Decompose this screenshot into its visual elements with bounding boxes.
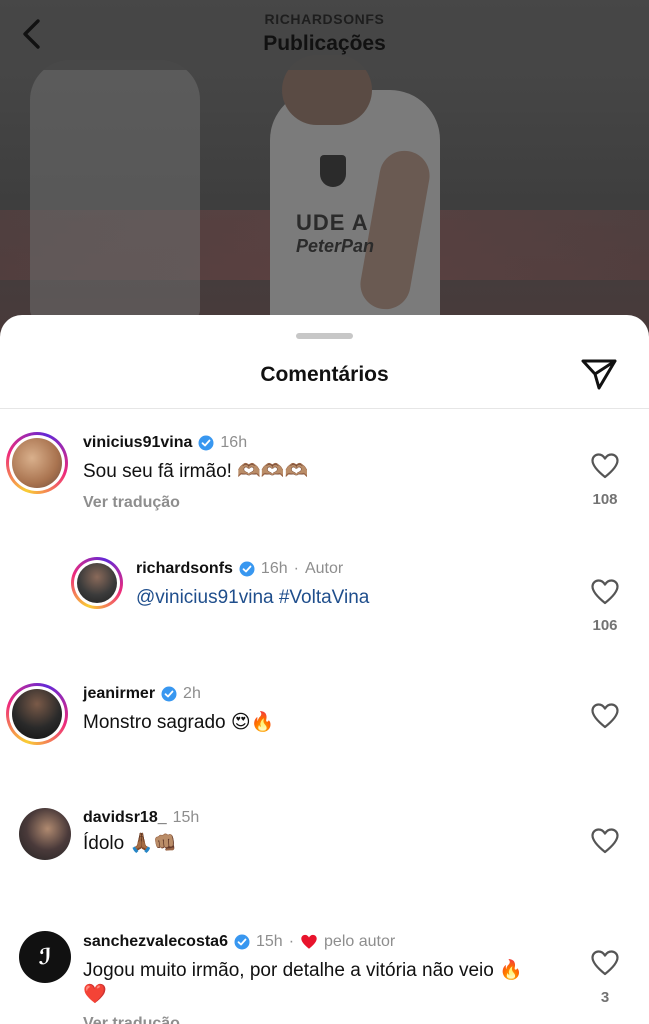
comment-text: Jogou muito irmão, por detalhe a vitória… [83, 960, 523, 981]
comment-mention-text[interactable]: @vinicius91vina #VoltaVina [136, 586, 369, 610]
top-header: RICHARDSONFS Publicações [0, 0, 649, 70]
verified-badge-icon [161, 686, 177, 702]
like-count: 108 [592, 491, 618, 508]
like-button[interactable] [590, 578, 620, 606]
like-count: 3 [600, 989, 610, 1006]
like-count: 106 [592, 617, 618, 634]
comments-sheet: Comentários vinicius91vina 16h Sou seu f… [0, 315, 649, 1024]
shirt-sponsor-text-2: PeterPan [296, 236, 375, 256]
avatar[interactable] [6, 683, 68, 745]
comment-text: Ídolo 🙏🏾👊🏽 [83, 833, 177, 854]
comment-username[interactable]: davidsr18_ [83, 809, 167, 827]
avatar[interactable]: ℐ [19, 931, 71, 983]
avatar[interactable] [6, 432, 68, 494]
divider [0, 408, 649, 409]
heart-outline-icon [591, 828, 619, 854]
logo-mark-icon: ℐ [38, 944, 52, 970]
comment-text: Sou seu fã irmão! 🫶🏽🫶🏽🫶🏽 [83, 461, 309, 482]
comment-time: 15h [172, 809, 200, 826]
heart-outline-icon [591, 453, 619, 479]
verified-badge-icon [234, 934, 250, 950]
see-translation-link[interactable]: Ver tradução [83, 1015, 180, 1024]
comment-username[interactable]: sanchezvalecosta6 [83, 933, 228, 951]
send-icon [581, 359, 617, 390]
share-button[interactable] [578, 355, 620, 393]
separator-dot: · [288, 933, 295, 950]
heart-outline-icon [591, 703, 619, 729]
comment-time: 15h [255, 933, 283, 950]
sheet-grabber[interactable] [296, 333, 353, 339]
verified-badge-icon [198, 435, 214, 451]
like-button[interactable] [590, 702, 620, 730]
comment-time: 16h [220, 434, 248, 451]
club-badge [320, 155, 346, 187]
page-title: Publicações [263, 32, 386, 55]
heart-outline-icon [591, 579, 619, 605]
shirt-sponsor-text: UDE A [296, 210, 369, 235]
comment-time: 16h [260, 560, 288, 577]
background-player [30, 60, 200, 320]
see-translation-link[interactable]: Ver tradução [83, 494, 180, 512]
verified-badge-icon [239, 561, 255, 577]
comment-time: 2h [183, 685, 201, 702]
comment-username[interactable]: vinicius91vina [83, 434, 192, 452]
author-tag: Autor [304, 560, 344, 577]
sheet-title: Comentários [260, 363, 389, 386]
like-button[interactable] [590, 949, 620, 977]
separator-dot: · [293, 560, 299, 577]
avatar[interactable] [19, 808, 71, 860]
heart-filled-icon [301, 934, 317, 949]
comment-username[interactable]: jeanirmer [83, 685, 155, 703]
comment-text-line-2: ❤️ [83, 984, 107, 1005]
comment-username[interactable]: richardsonfs [136, 560, 233, 578]
comment-text: Monstro sagrado 😍🔥 [83, 712, 275, 733]
heart-outline-icon [591, 950, 619, 976]
avatar[interactable] [71, 557, 123, 609]
like-button[interactable] [590, 827, 620, 855]
header-username: RICHARDSONFS [264, 11, 385, 27]
like-button[interactable] [590, 452, 620, 480]
liked-by-author-tag: pelo autor [324, 933, 396, 950]
